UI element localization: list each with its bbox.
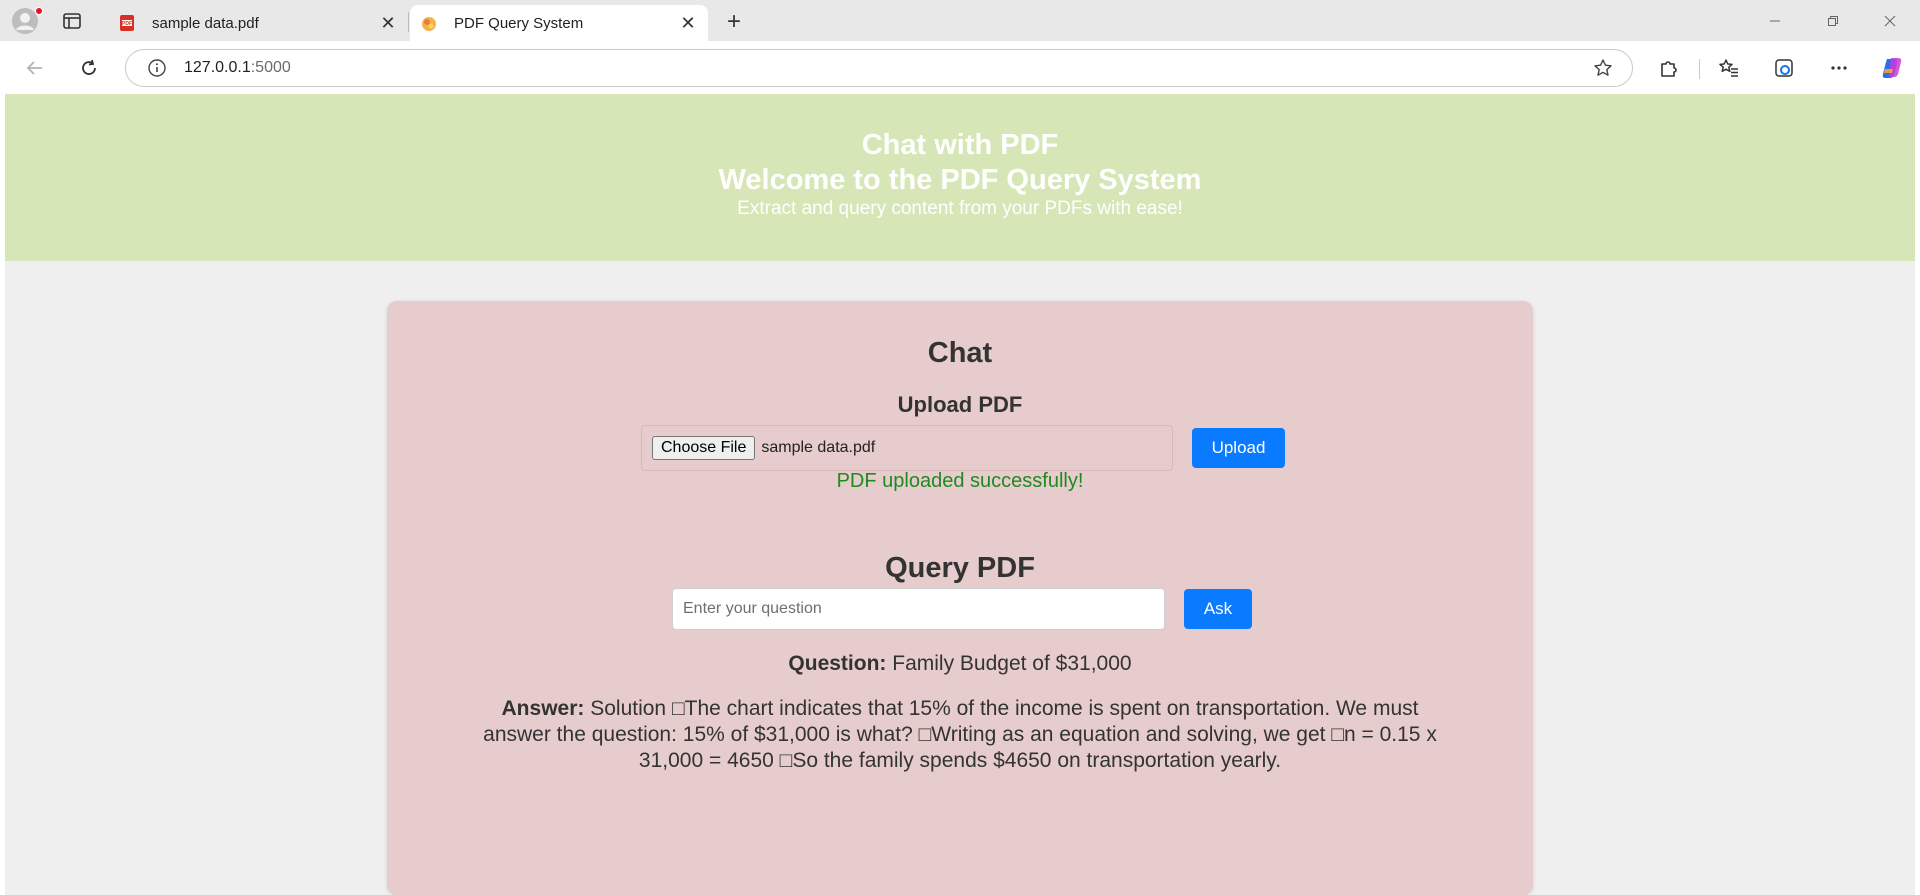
question-text: Family Budget of $31,000 [892,652,1132,675]
query-heading: Query PDF [885,552,1035,584]
tab-bar: PDF sample data.pdf ✕ PDF Query System ✕… [0,0,1920,41]
browser-essentials-icon[interactable] [1770,54,1798,82]
header-subtitle: Extract and query content from your PDFs… [737,198,1183,219]
page-viewport: Chat with PDF Welcome to the PDF Query S… [5,94,1915,895]
file-input[interactable]: Choose File sample data.pdf [641,425,1173,471]
favorite-star-icon[interactable] [1592,57,1614,79]
answer-display: Answer: Solution □The chart indicates th… [467,696,1453,774]
site-info-icon[interactable] [146,57,168,79]
back-arrow-icon[interactable] [20,53,50,83]
chat-heading: Chat [927,337,993,369]
tab-title: PDF Query System [454,14,584,32]
close-tab-icon[interactable]: ✕ [374,9,402,37]
restore-icon[interactable] [1810,6,1856,36]
pdf-file-icon: PDF [118,14,136,32]
extensions-puzzle-icon[interactable] [1655,54,1683,82]
close-window-icon[interactable] [1867,6,1913,36]
browser-toolbar: 127.0.0.1:5000 [0,41,1920,94]
chat-card: Chat Upload PDF Choose File sample data.… [387,301,1533,895]
tab-sample-pdf[interactable]: PDF sample data.pdf ✕ [108,5,408,41]
refresh-icon[interactable] [74,53,104,83]
copilot-icon[interactable] [1878,54,1906,82]
address-bar[interactable]: 127.0.0.1:5000 [125,49,1633,87]
address-port: :5000 [250,59,291,76]
page-header: Chat with PDF Welcome to the PDF Query S… [5,94,1915,261]
svg-text:PDF: PDF [122,21,132,27]
upload-heading: Upload PDF [897,392,1023,417]
more-options-icon[interactable] [1825,54,1853,82]
selected-file-name: sample data.pdf [761,439,876,456]
toolbar-divider [1699,59,1700,79]
favorites-icon[interactable] [1715,54,1743,82]
answer-label: Answer: [501,697,585,720]
close-tab-icon[interactable]: ✕ [674,9,702,37]
upload-button[interactable]: Upload [1192,428,1285,468]
question-label: Question: [788,652,887,675]
page-title: Chat with PDF [861,129,1059,161]
tab-divider [408,12,409,32]
welcome-heading: Welcome to the PDF Query System [718,164,1202,196]
tab-pdf-query-system[interactable]: PDF Query System ✕ [410,5,708,41]
address-host: 127.0.0.1 [184,59,251,76]
upload-status-message: PDF uploaded successfully! [836,470,1084,492]
tab-title: sample data.pdf [152,14,259,32]
question-input[interactable] [672,588,1165,630]
site-favicon [420,14,438,32]
question-display: Question: Family Budget of $31,000 [387,652,1533,676]
choose-file-button[interactable]: Choose File [652,436,756,460]
minimize-icon[interactable] [1752,6,1798,36]
ask-button[interactable]: Ask [1184,589,1252,629]
tab-actions-button[interactable] [60,10,84,32]
notification-dot [35,7,43,15]
answer-text: Solution □The chart indicates that 15% o… [483,697,1437,772]
tab-actions-icon [63,13,81,29]
new-tab-button[interactable]: + [720,8,748,36]
